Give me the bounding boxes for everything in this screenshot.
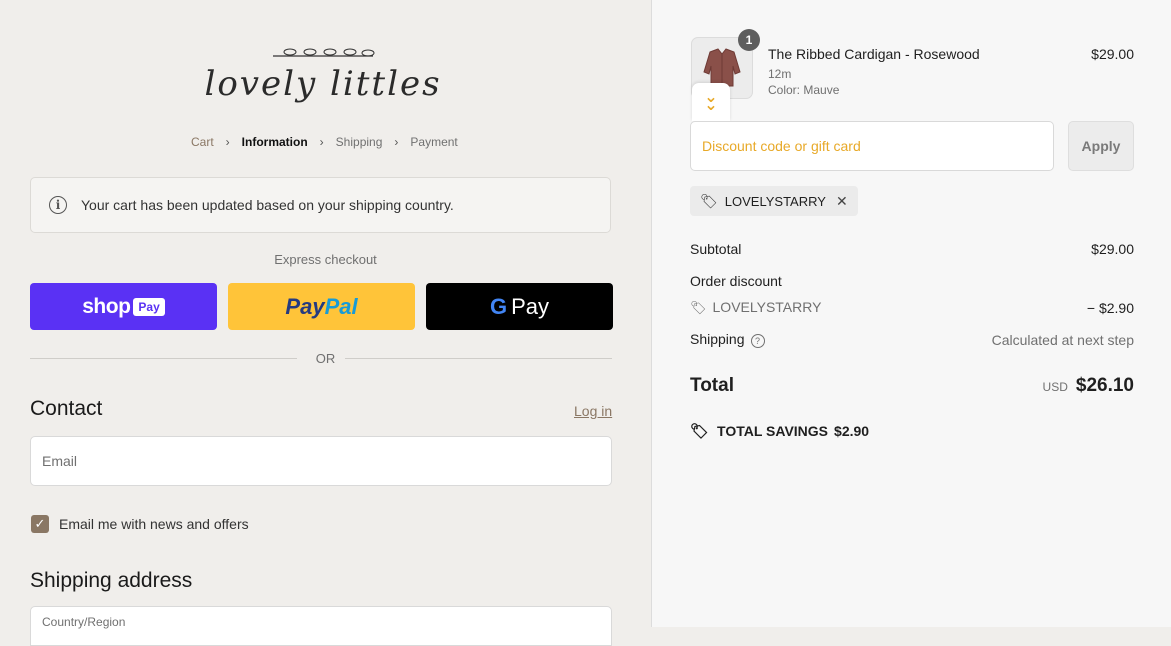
paypal-wordmark: PayPal [285, 294, 357, 320]
breadcrumb: Cart › Information › Shipping › Payment [189, 135, 460, 149]
newsletter-option[interactable]: ✓ Email me with news and offers [31, 515, 249, 533]
applied-discount-chip: 🏷 LOVELYSTARRY ✕ [690, 186, 858, 216]
total-value: $26.10 [1075, 375, 1134, 396]
total-label: Total [690, 375, 734, 396]
chevron-right-icon: › [225, 135, 230, 149]
product-variant: 12m [768, 67, 792, 81]
paypal-word-pay: Pay [285, 293, 325, 319]
newsletter-label: Email me with news and offers [59, 516, 249, 532]
savings-label: TOTAL SAVINGS [717, 423, 829, 439]
paypal-button[interactable]: PayPal [228, 283, 415, 330]
notice-text: Your cart has been updated based on your… [81, 197, 454, 213]
total-row: Total USD $26.10 [690, 375, 1134, 397]
order-discount-row: Order discount [690, 273, 1134, 289]
product-price: $29.00 [1091, 46, 1134, 62]
breadcrumb-cart[interactable]: Cart [189, 135, 216, 149]
email-field[interactable] [30, 436, 612, 486]
remove-code-icon[interactable]: ✕ [836, 193, 848, 210]
or-divider-text: OR [315, 351, 336, 366]
subtotal-label: Subtotal [690, 241, 742, 257]
shipping-label: Shipping [690, 331, 745, 347]
express-checkout-label: Express checkout [274, 252, 377, 267]
quantity-badge: 1 [738, 29, 760, 51]
paypal-word-pal: Pal [324, 293, 358, 319]
cart-update-notice: i Your cart has been updated based on yo… [30, 177, 611, 233]
newsletter-checkbox[interactable]: ✓ [31, 515, 49, 533]
shipping-row: Shipping? Calculated at next step [690, 331, 1134, 348]
google-g-icon: G [489, 293, 508, 319]
discount-code-label: LOVELYSTARRY [712, 299, 822, 315]
shop-pay-wordmark: shop [82, 294, 131, 318]
brand-logo[interactable]: lovely littles [198, 42, 448, 122]
contact-title: Contact [30, 397, 103, 420]
info-icon: i [49, 196, 67, 214]
login-link[interactable]: Log in [574, 403, 612, 419]
subtotal-value: $29.00 [1091, 241, 1134, 257]
currency-code: USD [1042, 380, 1068, 394]
discount-code-row: 🏷 LOVELYSTARRY − $2.90 [690, 299, 1134, 316]
tag-icon: 🏷 [690, 300, 707, 315]
product-color: Color: Mauve [768, 83, 840, 97]
chevron-right-icon: › [394, 135, 399, 149]
shipping-value: Calculated at next step [991, 331, 1134, 348]
order-summary-panel: 1 ⌄ ⌄ The Ribbed Cardigan - Rosewood 12m … [651, 0, 1171, 627]
product-name: The Ribbed Cardigan - Rosewood [768, 46, 980, 62]
breadcrumb-payment: Payment [410, 135, 458, 149]
discount-code-input[interactable] [690, 121, 1054, 171]
order-discount-label: Order discount [690, 273, 782, 289]
double-chevron-down-icon[interactable]: ⌄ ⌄ [692, 83, 730, 121]
help-icon[interactable]: ? [750, 334, 765, 348]
checkout-form-panel: lovely littles Cart › Information › Ship… [0, 0, 651, 646]
apply-discount-button[interactable]: Apply [1068, 121, 1134, 171]
google-pay-wordmark: Pay [511, 293, 550, 319]
tag-icon: 🏷 [700, 192, 718, 209]
tag-icon: 🏷 [690, 423, 710, 440]
savings-value: $2.90 [834, 423, 870, 439]
chevron-right-icon: › [319, 135, 324, 149]
shop-pay-badge: Pay [133, 297, 165, 316]
logo-wordmark: lovely littles [204, 64, 442, 104]
breadcrumb-information: Information [241, 135, 308, 149]
total-savings: 🏷 TOTAL SAVINGS $2.90 [690, 422, 869, 440]
subtotal-row: Subtotal $29.00 [690, 241, 1134, 257]
country-select[interactable]: Country/Region [30, 606, 612, 646]
discount-value: − $2.90 [1086, 299, 1134, 316]
google-pay-button[interactable]: G Pay [426, 283, 613, 330]
shop-pay-button[interactable]: shop Pay [30, 283, 217, 330]
breadcrumb-shipping: Shipping [335, 135, 383, 149]
applied-code: LOVELYSTARRY [724, 193, 826, 209]
shipping-address-title: Shipping address [30, 569, 193, 592]
